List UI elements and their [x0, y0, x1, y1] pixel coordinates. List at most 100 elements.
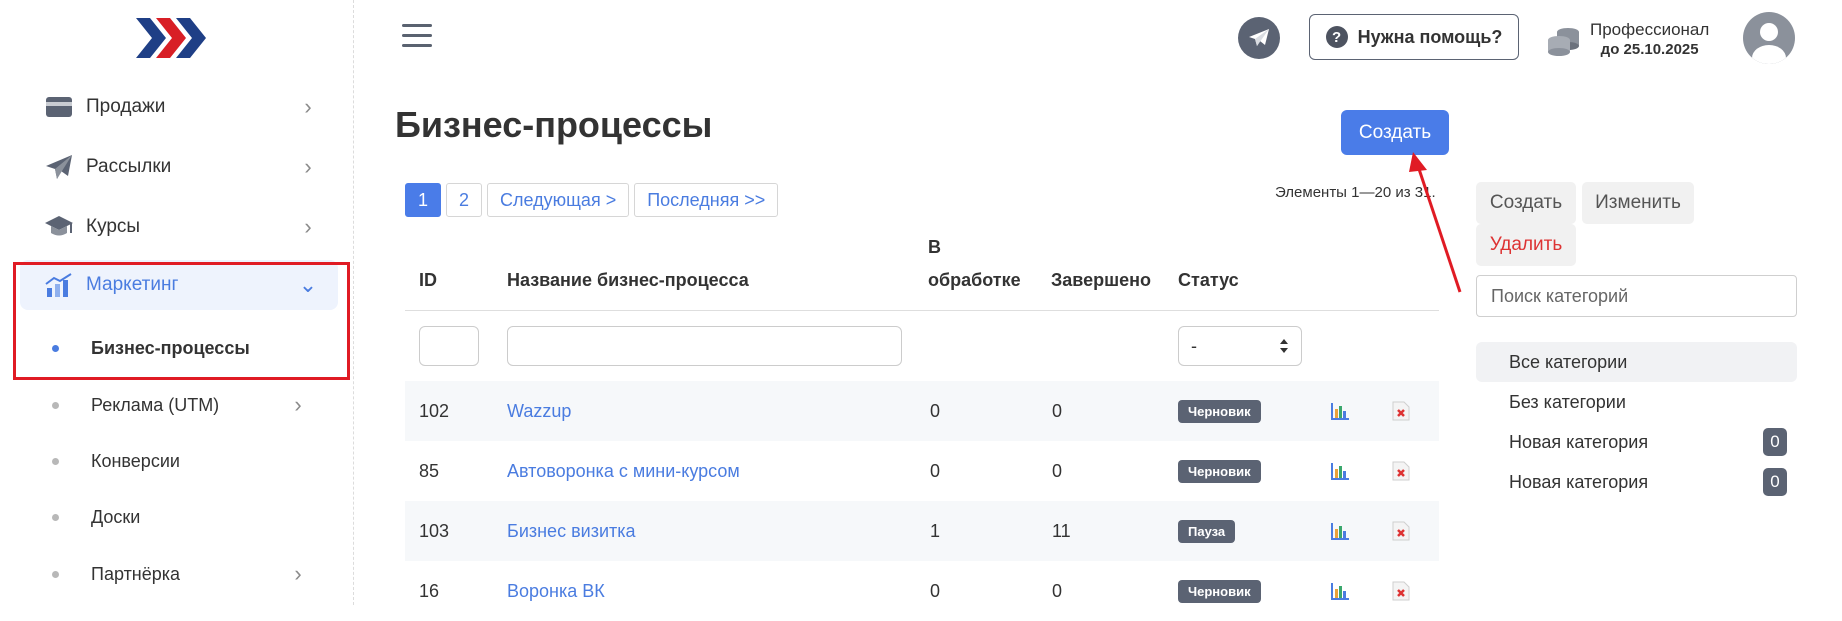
- row-done: 11: [1052, 520, 1071, 541]
- sidebar-subitem-conversions[interactable]: Конверсии: [20, 438, 338, 484]
- chevron-right-icon: ›: [304, 214, 312, 239]
- row-name-link[interactable]: Бизнес визитка: [507, 501, 636, 561]
- coins-icon: [1548, 28, 1579, 56]
- table-row: 102 Wazzup 0 0 Черновик: [405, 381, 1439, 441]
- pagination: 1 2 Следующая > Последняя >>: [405, 183, 783, 217]
- bullet-icon: [52, 570, 59, 578]
- sidebar-item-sales[interactable]: Продажи ›: [20, 82, 338, 132]
- status-badge: Черновик: [1178, 399, 1261, 423]
- row-name-link[interactable]: Автоворонка с мини-курсом: [507, 441, 740, 501]
- sidebar-subitem-label: Бизнес-процессы: [91, 337, 250, 358]
- row-processing: 0: [930, 460, 941, 481]
- stats-chart-icon[interactable]: [1330, 501, 1350, 561]
- sidebar-subitem-utm[interactable]: Реклама (UTM) ›: [20, 382, 338, 428]
- chevron-right-icon: ›: [304, 154, 312, 179]
- chevron-right-icon: ›: [294, 561, 302, 586]
- row-id: 16: [419, 580, 440, 601]
- category-label: Новая категория: [1509, 471, 1649, 492]
- table-row: 16 Воронка ВК 0 0 Черновик: [405, 561, 1439, 621]
- category-label: Новая категория: [1509, 431, 1649, 452]
- sidebar-subitem-label: Реклама (UTM): [91, 394, 220, 415]
- bullet-icon: [52, 513, 59, 521]
- sidebar-subitem-label: Конверсии: [91, 450, 180, 471]
- sidebar-subitem-business-processes[interactable]: Бизнес-процессы: [20, 325, 338, 371]
- status-badge: Черновик: [1178, 459, 1261, 483]
- page-button-1[interactable]: 1: [405, 183, 441, 217]
- graduation-cap-icon: [42, 212, 76, 242]
- category-item-new-2[interactable]: Новая категория 0: [1476, 462, 1797, 502]
- sidebar-subitem-boards[interactable]: Доски: [20, 494, 338, 540]
- row-processing: 0: [930, 580, 941, 601]
- sidebar-subitem-label: Партнёрка: [91, 563, 181, 584]
- status-filter-select[interactable]: -: [1178, 326, 1302, 366]
- column-id[interactable]: ID: [419, 264, 437, 297]
- status-filter-value: -: [1191, 335, 1197, 356]
- category-item-uncategorized[interactable]: Без категории: [1476, 382, 1797, 422]
- sidebar: Продажи › Рассылки › Курсы › Маркетинг ⌄…: [0, 0, 354, 605]
- stats-chart-icon[interactable]: [1330, 441, 1350, 501]
- status-badge: Черновик: [1178, 579, 1261, 603]
- last-page-button[interactable]: Последняя >>: [634, 183, 779, 217]
- category-label: Без категории: [1509, 391, 1626, 412]
- chevron-right-icon: ›: [304, 94, 312, 119]
- category-edit-button[interactable]: Изменить: [1582, 182, 1694, 224]
- column-name[interactable]: Название бизнес-процесса: [507, 264, 749, 297]
- next-page-button[interactable]: Следующая >: [487, 183, 630, 217]
- sidebar-item-marketing[interactable]: Маркетинг ⌄: [20, 260, 338, 310]
- delete-process-icon[interactable]: [1391, 441, 1411, 501]
- sidebar-item-label: Продажи: [86, 96, 166, 117]
- page-button-2[interactable]: 2: [446, 183, 482, 217]
- plan-info[interactable]: Профессионал до 25.10.2025: [1546, 18, 1716, 62]
- id-filter-input[interactable]: [419, 326, 479, 366]
- chart-growth-icon: [42, 270, 76, 300]
- name-filter-input[interactable]: [507, 326, 902, 366]
- create-button[interactable]: Создать: [1341, 110, 1449, 155]
- stats-chart-icon[interactable]: [1330, 561, 1350, 621]
- row-processing: 0: [930, 400, 941, 421]
- column-status[interactable]: Статус: [1178, 264, 1239, 297]
- sidebar-item-mailings[interactable]: Рассылки ›: [20, 142, 338, 192]
- logo-icon[interactable]: [136, 14, 214, 62]
- stats-chart-icon[interactable]: [1330, 381, 1350, 441]
- delete-process-icon[interactable]: [1391, 561, 1411, 621]
- row-name-link[interactable]: Wazzup: [507, 381, 571, 441]
- question-icon: ?: [1325, 26, 1348, 48]
- sidebar-item-label: Курсы: [86, 216, 141, 237]
- delete-process-icon[interactable]: [1391, 501, 1411, 561]
- table-header: ID Название бизнес-процесса В обработке …: [405, 228, 1439, 311]
- bullet-icon: [52, 401, 59, 409]
- sidebar-subitem-partner[interactable]: Партнёрка ›: [20, 551, 338, 597]
- menu-toggle-icon[interactable]: [402, 24, 432, 50]
- sidebar-subitem-label: Доски: [91, 506, 141, 527]
- chevron-right-icon: ›: [294, 392, 302, 417]
- category-delete-button[interactable]: Удалить: [1476, 224, 1576, 266]
- category-count-badge: 0: [1763, 468, 1787, 496]
- category-item-new-1[interactable]: Новая категория 0: [1476, 422, 1797, 462]
- status-badge: Пауза: [1178, 519, 1236, 543]
- bullet-icon: [52, 457, 59, 465]
- avatar[interactable]: [1743, 12, 1795, 64]
- help-button[interactable]: ? Нужна помощь?: [1309, 14, 1519, 60]
- delete-process-icon[interactable]: [1391, 381, 1411, 441]
- row-done: 0: [1052, 460, 1063, 481]
- chevron-down-icon: ⌄: [298, 272, 318, 297]
- column-done[interactable]: Завершено: [1051, 264, 1151, 297]
- row-id: 102: [419, 400, 450, 421]
- row-done: 0: [1052, 400, 1063, 421]
- bullet-icon: [52, 344, 59, 352]
- plan-expiry-date: до 25.10.2025: [1600, 41, 1699, 58]
- filter-row: -: [405, 311, 1439, 381]
- category-create-button[interactable]: Создать: [1476, 182, 1576, 224]
- sidebar-item-courses[interactable]: Курсы ›: [20, 202, 338, 252]
- category-search-input[interactable]: [1476, 275, 1797, 317]
- category-label: Все категории: [1509, 351, 1628, 372]
- category-item-all[interactable]: Все категории: [1476, 342, 1797, 382]
- row-processing: 1: [930, 520, 941, 541]
- help-button-label: Нужна помощь?: [1357, 26, 1503, 47]
- row-name-link[interactable]: Воронка ВК: [507, 561, 605, 621]
- telegram-icon[interactable]: [1238, 17, 1280, 59]
- column-processing-line2[interactable]: обработке: [928, 264, 1021, 297]
- table-row: 85 Автоворонка с мини-курсом 0 0 Чернови…: [405, 441, 1439, 501]
- column-processing-line1[interactable]: В: [928, 231, 941, 264]
- items-count: Элементы 1—20 из 31.: [1275, 184, 1436, 201]
